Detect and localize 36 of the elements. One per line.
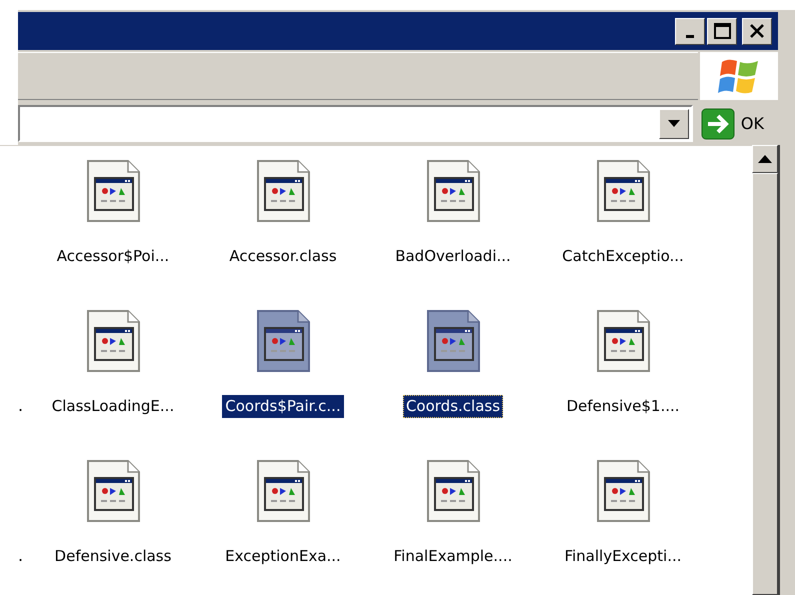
class-file-icon[interactable] bbox=[84, 310, 142, 372]
class-file-icon[interactable] bbox=[84, 160, 142, 222]
scroll-up-button[interactable] bbox=[752, 145, 778, 173]
up-arrow-icon bbox=[758, 155, 772, 163]
class-file-icon[interactable] bbox=[254, 310, 312, 372]
class-file-icon[interactable] bbox=[594, 460, 652, 522]
dropdown-button[interactable] bbox=[658, 108, 689, 138]
maximize-button[interactable] bbox=[707, 18, 737, 44]
class-file-icon[interactable] bbox=[84, 460, 142, 522]
maximize-icon bbox=[711, 21, 733, 41]
class-file-icon[interactable] bbox=[594, 310, 652, 372]
file-name[interactable]: . bbox=[18, 546, 24, 565]
file-name[interactable]: . bbox=[18, 396, 24, 415]
class-file-icon[interactable] bbox=[594, 160, 652, 222]
class-file-icon[interactable] bbox=[424, 310, 482, 372]
file-name[interactable]: ExceptionExa... bbox=[222, 545, 344, 568]
minimize-button[interactable] bbox=[675, 18, 705, 44]
class-file-icon[interactable] bbox=[254, 160, 312, 222]
class-file-icon[interactable] bbox=[254, 460, 312, 522]
file-name[interactable]: Accessor.class bbox=[226, 245, 340, 268]
minimize-icon bbox=[686, 34, 694, 38]
file-name[interactable]: Defensive$1.... bbox=[563, 395, 683, 418]
address-field[interactable] bbox=[18, 105, 693, 142]
file-name[interactable]: ClassLoadingE... bbox=[48, 395, 178, 418]
file-name[interactable]: CatchExceptio... bbox=[559, 245, 687, 268]
file-name[interactable]: Accessor$Poi... bbox=[54, 245, 172, 268]
file-name[interactable]: Coords.class bbox=[402, 395, 504, 418]
class-file-icon[interactable] bbox=[424, 460, 482, 522]
file-name[interactable]: FinallyExcepti... bbox=[561, 545, 685, 568]
file-name[interactable]: BadOverloadi... bbox=[392, 245, 514, 268]
close-button[interactable] bbox=[742, 18, 772, 44]
caret-icon bbox=[668, 120, 680, 128]
file-name[interactable]: FinalExample.... bbox=[390, 545, 516, 568]
class-file-icon[interactable] bbox=[424, 160, 482, 222]
file-name[interactable]: Coords$Pair.c... bbox=[222, 395, 344, 418]
file-name[interactable]: Defensive.class bbox=[52, 545, 174, 568]
